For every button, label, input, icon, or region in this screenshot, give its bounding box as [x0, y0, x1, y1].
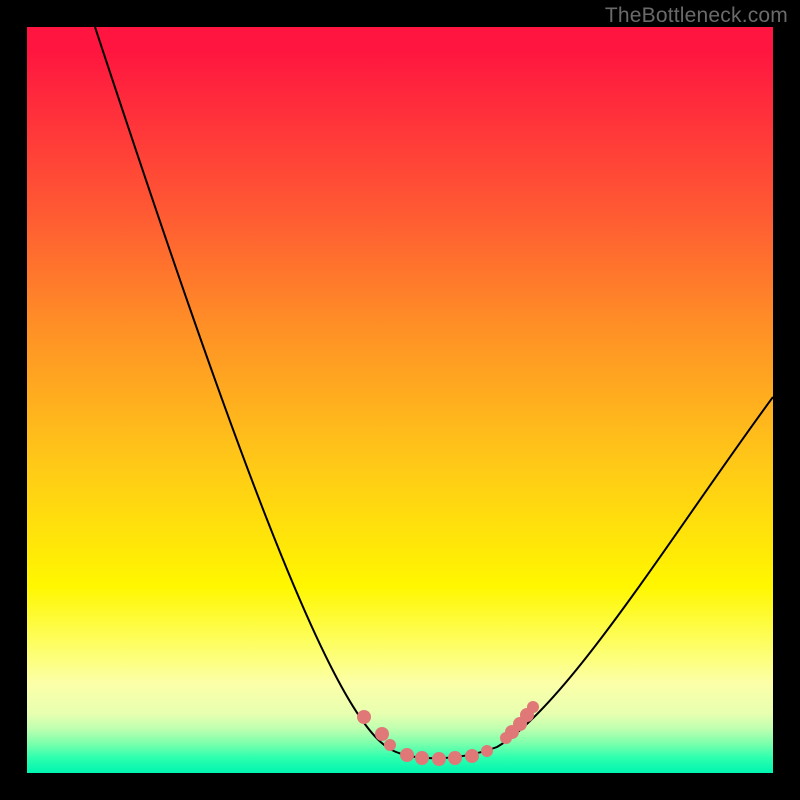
marker-dot	[481, 745, 493, 757]
watermark-text: TheBottleneck.com	[605, 4, 788, 28]
marker-dot	[448, 751, 462, 765]
marker-group	[357, 701, 539, 766]
marker-dot	[400, 748, 414, 762]
chart-frame	[27, 27, 773, 773]
marker-dot	[465, 749, 479, 763]
marker-dot	[375, 727, 389, 741]
marker-dot	[384, 739, 396, 751]
marker-dot	[432, 752, 446, 766]
marker-dot	[527, 701, 539, 713]
chart-svg	[27, 27, 773, 773]
bottleneck-curve	[95, 27, 773, 758]
marker-dot	[357, 710, 371, 724]
marker-dot	[415, 751, 429, 765]
